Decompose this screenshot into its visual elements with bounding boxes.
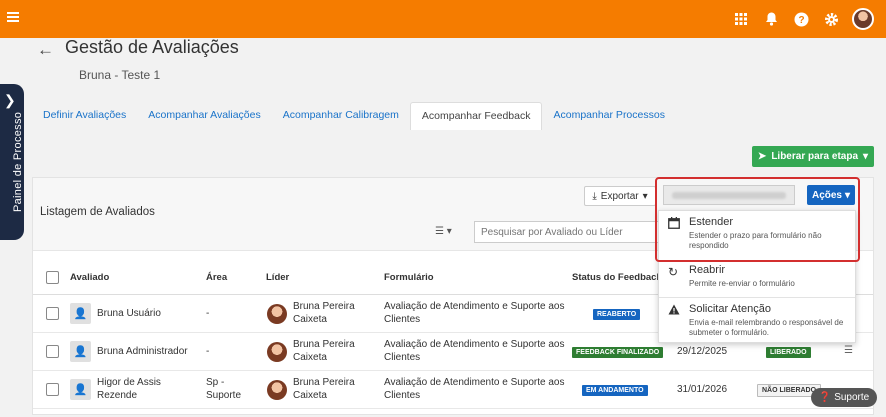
caret-down-icon: ▾ [863, 151, 869, 162]
menu-item-desc: Permite re-enviar o formulário [689, 279, 795, 288]
export-label: Exportar [600, 190, 639, 202]
top-bar: ? [0, 0, 886, 38]
warning-icon [668, 304, 680, 318]
calendar-icon [668, 217, 680, 232]
row-checkbox[interactable] [46, 307, 59, 320]
status-badge: EM ANDAMENTO [582, 385, 648, 396]
help-icon: ❓ [818, 392, 832, 403]
menu-item-desc: Estender o prazo para formulário não res… [689, 231, 822, 250]
tab-acompanhar-avaliacoes[interactable]: Acompanhar Avaliações [137, 102, 271, 130]
menu-item-title: Estender [689, 216, 734, 228]
deadline-date: 29/12/2025 [677, 346, 728, 357]
formulario: Avaliação de Atendimento e Suporte aos C… [384, 339, 565, 363]
acoes-button[interactable]: Ações ▾ [807, 185, 855, 205]
user-icon: 👤 [70, 379, 91, 400]
help-icon[interactable]: ? [792, 10, 810, 28]
tab-acompanhar-processos[interactable]: Acompanhar Processos [542, 102, 675, 130]
avatar[interactable] [852, 8, 874, 30]
menu-item-desc: Envia e-mail relembrando o responsável d… [689, 318, 844, 337]
acoes-label: Ações [811, 189, 842, 201]
col-formulario[interactable]: Formulário [384, 272, 434, 283]
menu-item-estender[interactable]: Estender Estender o prazo para formulári… [659, 213, 855, 257]
lider-avatar [267, 304, 287, 324]
reopen-icon: ↻ [668, 265, 679, 279]
process-panel-label: Painel de Processo [12, 111, 24, 212]
user-icon: 👤 [70, 303, 91, 324]
col-area[interactable]: Área [206, 272, 227, 283]
lider-name: Bruna Pereira Caixeta [293, 301, 355, 325]
chevron-right-icon: ❯ [4, 92, 16, 108]
tab-bar: Definir Avaliações Acompanhar Avaliações… [32, 102, 676, 130]
caret-down-icon: ▾ [844, 189, 851, 201]
menu-item-title: Reabrir [689, 264, 726, 276]
col-lider[interactable]: Líder [266, 272, 289, 283]
panel-title: Listagem de Avaliados [40, 206, 155, 218]
lider-name: Bruna Pereira Caixeta [293, 339, 355, 363]
page-subtitle: Bruna - Teste 1 [79, 68, 161, 82]
back-arrow-icon[interactable]: ← [37, 40, 54, 60]
lider-avatar [267, 380, 287, 400]
actions-toolbar: Ações ▾ [657, 178, 858, 212]
support-label: Suporte [834, 392, 870, 403]
area: Sp - Suporte [206, 377, 242, 401]
export-button[interactable]: ⤓ Exportar ▾ [584, 186, 656, 206]
formulario: Avaliação de Atendimento e Suporte aos C… [384, 377, 565, 401]
bell-icon[interactable] [762, 10, 780, 28]
status-badge: REABERTO [593, 309, 641, 320]
filter-icon[interactable]: ☰ ▾ [435, 226, 452, 237]
user-icon: 👤 [70, 341, 91, 362]
avaliado-name: Bruna Usuário [97, 308, 161, 319]
actions-dropdown: Estender Estender o prazo para formulári… [658, 210, 856, 343]
download-icon: ⤓ [592, 190, 597, 202]
tab-definir-avaliacoes[interactable]: Definir Avaliações [32, 102, 137, 130]
list-icon[interactable]: ☰ [844, 345, 853, 356]
lider-name: Bruna Pereira Caixeta [293, 377, 355, 401]
area: - [206, 308, 210, 319]
caret-down-icon: ▾ [642, 190, 648, 202]
tab-acompanhar-feedback[interactable]: Acompanhar Feedback [409, 102, 543, 130]
process-panel-tab[interactable]: ❯ Painel de Processo [0, 84, 24, 240]
table-row: 👤 Higor de Assis Rezende Sp - Suporte Br… [33, 371, 873, 409]
avaliado-name: Higor de Assis Rezende [97, 377, 161, 401]
liberar-label: Liberar para etapa [771, 151, 859, 162]
menu-item-reabrir[interactable]: ↻ Reabrir Permite re-enviar o formulário [659, 261, 855, 297]
liberar-etapa-button[interactable]: ➤ Liberar para etapa ▾ [752, 146, 874, 167]
menu-icon[interactable] [7, 12, 19, 22]
lider-avatar [267, 342, 287, 362]
release-badge: LIBERADO [766, 347, 811, 358]
select-all-checkbox[interactable] [46, 271, 59, 284]
send-icon: ➤ [757, 151, 767, 162]
menu-item-solicitar-atencao[interactable]: Solicitar Atenção Envia e-mail relembran… [659, 300, 855, 342]
formulario: Avaliação de Atendimento e Suporte aos C… [384, 301, 565, 325]
menu-divider [659, 297, 855, 298]
gear-icon[interactable] [822, 10, 840, 28]
support-button[interactable]: ❓ Suporte [811, 388, 877, 407]
deadline-date: 31/01/2026 [677, 384, 728, 395]
search-input[interactable] [474, 221, 659, 243]
blurred-field [663, 185, 795, 205]
row-checkbox[interactable] [46, 383, 59, 396]
status-badge: FEEDBACK FINALIZADO [572, 347, 664, 358]
grid-icon[interactable] [732, 10, 750, 28]
page-title: Gestão de Avaliações [65, 37, 239, 57]
tab-acompanhar-calibragem[interactable]: Acompanhar Calibragem [272, 102, 410, 130]
row-checkbox[interactable] [46, 345, 59, 358]
svg-text:?: ? [798, 15, 804, 26]
col-status[interactable]: Status do Feedback [572, 272, 662, 283]
area: - [206, 346, 210, 357]
col-avaliado[interactable]: Avaliado [70, 272, 109, 283]
avaliado-name: Bruna Administrador [97, 346, 188, 357]
menu-item-title: Solicitar Atenção [689, 303, 771, 315]
